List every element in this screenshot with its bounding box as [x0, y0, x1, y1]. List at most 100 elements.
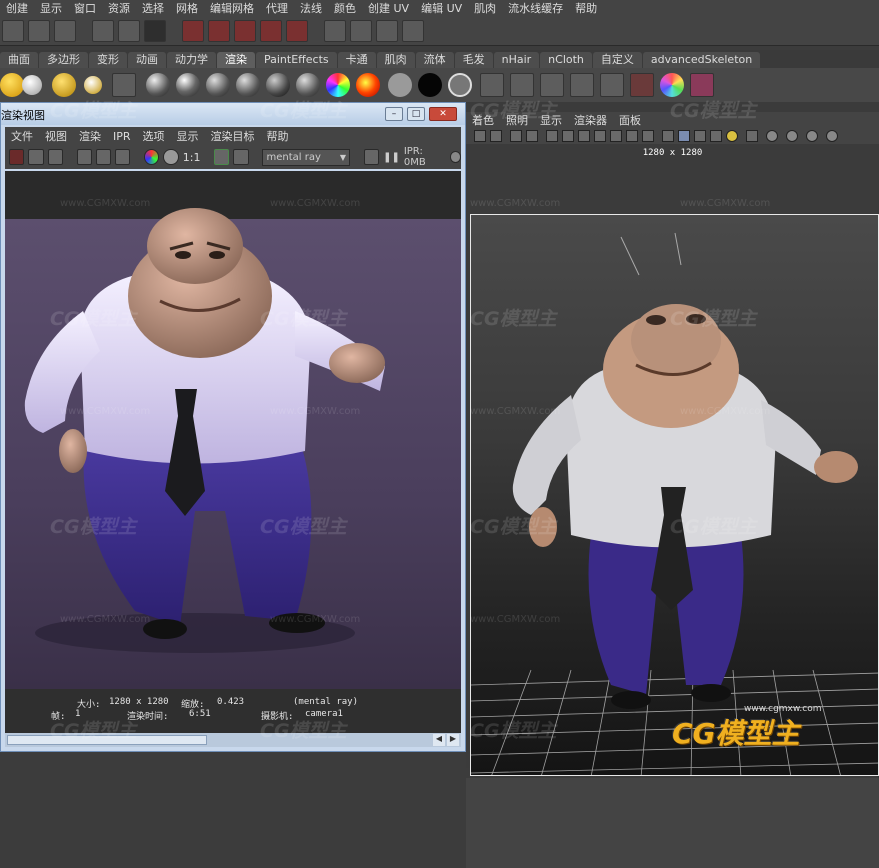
shelf-tab-13[interactable]: 自定义: [592, 52, 642, 68]
resolution-gate-icon[interactable]: [578, 130, 590, 142]
select-object-icon[interactable]: [118, 19, 140, 42]
use-background-icon[interactable]: [388, 73, 412, 97]
render-view-menu-item-6[interactable]: 渲染目标: [211, 128, 255, 144]
render-view-menu-item-2[interactable]: 渲染: [79, 128, 101, 144]
ramp-shader-icon[interactable]: [326, 73, 350, 97]
scroll-left-icon[interactable]: ◀: [433, 734, 445, 746]
viewport-menu-item-3[interactable]: 渲染器: [574, 112, 607, 128]
area-light-icon[interactable]: [52, 73, 76, 97]
render-view-menu-item-1[interactable]: 视图: [45, 128, 67, 144]
shelf-tab-9[interactable]: 流体: [415, 52, 454, 68]
phong-e-icon[interactable]: [236, 73, 260, 97]
wireframe-on-shaded-icon[interactable]: [694, 130, 706, 142]
shelf-tab-10[interactable]: 毛发: [454, 52, 493, 68]
perspective-viewport[interactable]: [470, 214, 879, 776]
batch-clapper-icon[interactable]: [540, 73, 564, 97]
lambert-icon[interactable]: [146, 73, 170, 97]
main-menu-item-4[interactable]: 选择: [142, 0, 164, 16]
select-component-icon[interactable]: [144, 19, 166, 42]
main-menu-item-2[interactable]: 窗口: [74, 0, 96, 16]
film-gate-icon[interactable]: [562, 130, 574, 142]
render-view-menu-item-3[interactable]: IPR: [113, 130, 131, 143]
shelf-tab-3[interactable]: 动画: [128, 52, 166, 68]
render-region-icon[interactable]: [28, 149, 44, 165]
construction-history-icon[interactable]: [324, 19, 346, 42]
gate-mask-icon[interactable]: [594, 130, 606, 142]
minimize-button[interactable]: –: [385, 107, 403, 121]
render-settings-icon[interactable]: [402, 19, 424, 42]
shelf-tab-14[interactable]: advancedSkeleton: [642, 52, 761, 68]
ipr-refresh-icon[interactable]: [76, 149, 92, 165]
real-size-button[interactable]: 1:1: [183, 151, 201, 164]
render-image-canvas[interactable]: [5, 171, 461, 689]
surface-shader-icon[interactable]: [356, 73, 380, 97]
snap-point-icon[interactable]: [234, 19, 256, 42]
hypershade-icon[interactable]: [112, 73, 136, 97]
shelf-tab-8[interactable]: 肌肉: [376, 52, 415, 68]
shelf-tab-0[interactable]: 曲面: [0, 52, 38, 68]
alpha-channel-icon[interactable]: [163, 149, 179, 165]
grid-icon[interactable]: [546, 130, 558, 142]
shelf-tab-7[interactable]: 卡通: [337, 52, 376, 68]
snap-plane-icon[interactable]: [260, 19, 282, 42]
snapshot-icon[interactable]: [47, 149, 63, 165]
shelf-tab-1[interactable]: 多边形: [39, 52, 88, 68]
render-diagnostics-icon[interactable]: [115, 149, 131, 165]
phong-icon[interactable]: [206, 73, 230, 97]
main-menu-item-14[interactable]: 帮助: [575, 0, 597, 16]
lock-camera-icon[interactable]: [490, 130, 502, 142]
gray-shader-icon[interactable]: [448, 73, 472, 97]
snap-curve-icon[interactable]: [208, 19, 230, 42]
main-menu-item-6[interactable]: 编辑网格: [210, 0, 254, 16]
refresh-icon[interactable]: [95, 149, 112, 165]
select-hierarchy-icon[interactable]: [92, 19, 114, 42]
layered-shader-icon[interactable]: [296, 73, 320, 97]
paint-brush-icon[interactable]: [690, 73, 714, 97]
render-view-menu-item-0[interactable]: 文件: [11, 128, 33, 144]
render-layer-icon[interactable]: [600, 73, 624, 97]
bookmark-icon[interactable]: [510, 130, 522, 142]
redo-render-icon[interactable]: [9, 149, 25, 165]
render-view-menu-item-5[interactable]: 显示: [177, 128, 199, 144]
shelf-tab-12[interactable]: nCloth: [540, 52, 592, 68]
safe-action-icon[interactable]: [626, 130, 638, 142]
ipr-tune-icon[interactable]: [363, 149, 380, 165]
scroll-right-icon[interactable]: ▶: [447, 734, 459, 746]
shadows-icon[interactable]: [746, 130, 758, 142]
render-view-menu-item-7[interactable]: 帮助: [267, 128, 289, 144]
snap-live-icon[interactable]: [286, 19, 308, 42]
blinn-icon[interactable]: [176, 73, 200, 97]
red-render-icon[interactable]: [630, 73, 654, 97]
render-view-menu-item-4[interactable]: 选项: [143, 128, 165, 144]
image-plane-icon[interactable]: [526, 130, 538, 142]
keep-image-icon[interactable]: [214, 149, 230, 165]
close-button[interactable]: ✕: [429, 107, 457, 121]
textured-icon[interactable]: [710, 130, 722, 142]
anisotropic-icon[interactable]: [266, 73, 290, 97]
rgb-channels-icon[interactable]: [144, 149, 160, 165]
main-menu-item-0[interactable]: 创建: [6, 0, 28, 16]
black-shader-icon[interactable]: [418, 73, 442, 97]
depth-of-field-icon[interactable]: [826, 130, 838, 142]
shelf-tab-5[interactable]: 渲染: [217, 52, 255, 68]
main-menu-item-7[interactable]: 代理: [266, 0, 288, 16]
main-menu-item-11[interactable]: 编辑 UV: [421, 0, 462, 16]
main-menu-item-8[interactable]: 法线: [300, 0, 322, 16]
motion-blur-icon[interactable]: [786, 130, 798, 142]
render-clapper-icon[interactable]: [480, 73, 504, 97]
main-menu-item-13[interactable]: 流水线缓存: [508, 0, 563, 16]
shelf-tab-6[interactable]: PaintEffects: [256, 52, 337, 68]
open-scene-icon[interactable]: [28, 19, 50, 42]
main-menu-item-1[interactable]: 显示: [40, 0, 62, 16]
safe-title-icon[interactable]: [642, 130, 654, 142]
render-current-frame-icon[interactable]: [350, 19, 372, 42]
snap-grid-icon[interactable]: [182, 19, 204, 42]
field-chart-icon[interactable]: [610, 130, 622, 142]
select-camera-icon[interactable]: [474, 130, 486, 142]
render-globals-icon[interactable]: [570, 73, 594, 97]
main-menu-item-3[interactable]: 资源: [108, 0, 130, 16]
remove-image-icon[interactable]: [233, 149, 249, 165]
ipr-render-icon[interactable]: [376, 19, 398, 42]
main-menu-item-10[interactable]: 创建 UV: [368, 0, 409, 16]
smooth-shade-icon[interactable]: [678, 130, 690, 142]
